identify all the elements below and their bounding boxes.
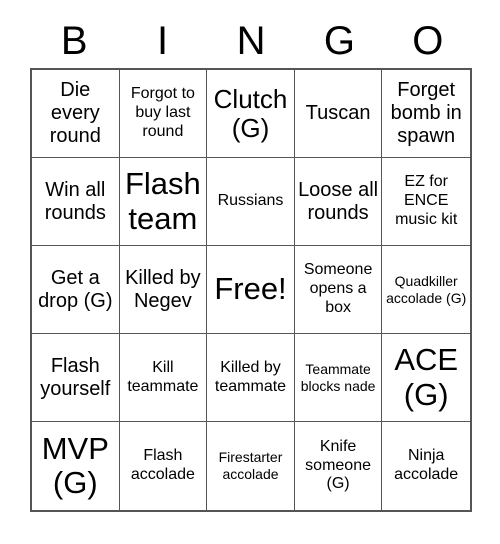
bingo-cell-label: Flash accolade — [130, 447, 195, 483]
bingo-header-letter-g: G — [323, 19, 355, 63]
bingo-cell[interactable]: Get a drop (G) — [32, 246, 120, 334]
bingo-cell[interactable]: Clutch (G) — [207, 70, 295, 158]
bingo-cell-label: Get a drop (G) — [38, 266, 113, 312]
bingo-cell[interactable]: Loose all rounds — [294, 158, 383, 246]
bingo-cell[interactable]: Russians — [207, 158, 295, 246]
bingo-cell-label: ACE (G) — [394, 342, 459, 412]
bingo-cell-label: Tuscan — [305, 102, 371, 125]
bingo-header-row: B I N G O — [30, 14, 472, 68]
bingo-cell[interactable]: Forgot to buy last round — [119, 70, 208, 158]
bingo-cell[interactable]: ACE (G) — [382, 334, 470, 422]
bingo-cell-label: Firestarter accolade — [218, 449, 283, 482]
bingo-header-letter-b: B — [60, 19, 88, 63]
bingo-cell[interactable]: Teammate blocks nade — [294, 334, 383, 422]
bingo-cell[interactable]: MVP (G) — [32, 422, 120, 510]
bingo-cell-label: Killed by teammate — [214, 358, 287, 395]
bingo-cell[interactable]: Ninja accolade — [382, 422, 470, 510]
bingo-cell-label: Killed by Negev — [125, 266, 201, 312]
bingo-header-letter-o: O — [412, 19, 444, 63]
bingo-cell[interactable]: Flash yourself — [32, 334, 120, 422]
bingo-cell-label: Clutch (G) — [213, 83, 288, 143]
bingo-header-letter-i: I — [157, 19, 169, 63]
bingo-card: B I N G O Die every round Forgot to buy … — [0, 0, 500, 544]
bingo-cell[interactable]: EZ for ENCE music kit — [382, 158, 470, 246]
bingo-cell-label: Ninja accolade — [394, 447, 459, 483]
bingo-cell[interactable]: Flash team — [119, 158, 208, 246]
bingo-cell-label: Flash team — [124, 166, 201, 236]
bingo-cell[interactable]: Knife someone (G) — [295, 422, 383, 510]
bingo-cell-label: MVP (G) — [41, 430, 109, 500]
bingo-cell[interactable]: Quadkiller accolade (G) — [382, 246, 470, 334]
bingo-cell[interactable]: Flash accolade — [120, 422, 208, 510]
bingo-cell-label: EZ for ENCE music kit — [395, 173, 458, 228]
bingo-cell[interactable]: Win all rounds — [32, 158, 120, 246]
bingo-cell-label: Win all rounds — [44, 178, 106, 224]
bingo-cell[interactable]: Forget bomb in spawn — [382, 70, 470, 158]
bingo-cell[interactable]: Firestarter accolade — [207, 422, 295, 510]
bingo-cell-label: Knife someone (G) — [305, 437, 371, 493]
bingo-cell[interactable]: Tuscan — [294, 70, 383, 158]
bingo-cell-label: Russians — [217, 192, 284, 210]
bingo-cell-label: Free! — [214, 271, 287, 307]
bingo-cell-label: Die every round — [49, 79, 101, 147]
bingo-header-letter-n: N — [236, 19, 266, 63]
bingo-cell-free[interactable]: Free! — [207, 246, 295, 334]
bingo-grid: Die every round Forgot to buy last round… — [30, 68, 472, 512]
bingo-cell-label: Forget bomb in spawn — [390, 79, 462, 147]
bingo-cell-label: Loose all rounds — [298, 178, 379, 224]
bingo-cell-label: Forgot to buy last round — [130, 85, 195, 140]
bingo-cell[interactable]: Killed by Negev — [119, 246, 208, 334]
bingo-cell-label: Flash yourself — [40, 354, 111, 400]
bingo-cell[interactable]: Kill teammate — [119, 334, 208, 422]
bingo-cell-label: Quadkiller accolade (G) — [386, 272, 467, 306]
bingo-cell[interactable]: Killed by teammate — [207, 334, 295, 422]
bingo-cell[interactable]: Die every round — [32, 70, 120, 158]
bingo-cell-label: Someone opens a box — [303, 261, 373, 316]
bingo-cell[interactable]: Someone opens a box — [294, 246, 383, 334]
bingo-cell-label: Kill teammate — [127, 358, 199, 395]
bingo-cell-label: Teammate blocks nade — [300, 360, 376, 394]
